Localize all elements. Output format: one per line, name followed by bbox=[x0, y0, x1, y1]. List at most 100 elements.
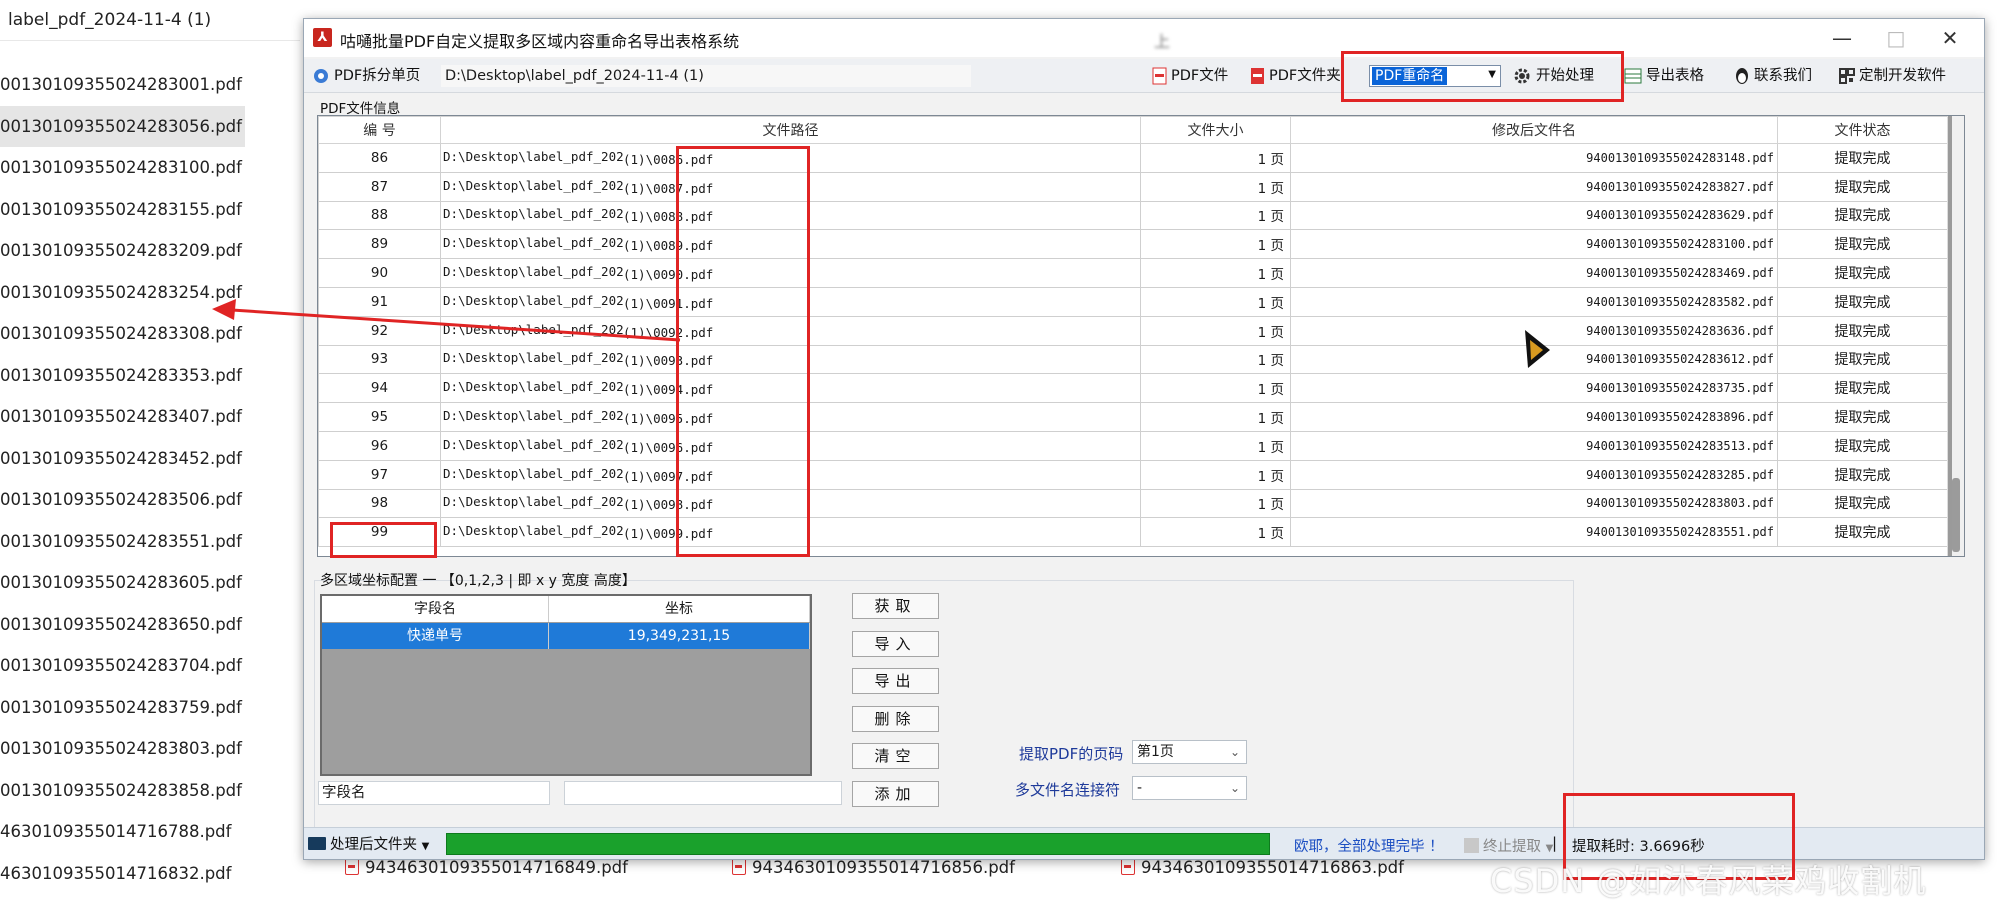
output-folder-button[interactable]: 处理后文件夹 ▼ bbox=[308, 833, 429, 854]
import-button[interactable]: 导入 bbox=[852, 631, 939, 657]
table-row[interactable]: 90D:\Desktop\label_pdf_2024-11-4(1)\0090… bbox=[318, 258, 1948, 288]
file-size-cell: 1 页 bbox=[1140, 229, 1291, 260]
file-status-cell: 提取完成 bbox=[1777, 171, 1948, 202]
table-row[interactable]: 96D:\Desktop\label_pdf_2024-11-4(1)\0096… bbox=[318, 430, 1948, 461]
start-process-button[interactable]: 开始处理 bbox=[1512, 64, 1594, 88]
pdf-file-table[interactable]: 编 号 文件路径 文件大小 修改后文件名 文件状态 86 D:\Desktop\l… bbox=[317, 115, 1965, 557]
table-row[interactable]: 99D:\Desktop\label_pdf_2024-11-4(1)\0099… bbox=[318, 517, 1948, 548]
column-header[interactable]: 文件大小 bbox=[1140, 116, 1291, 144]
explorer-file-item[interactable]: 00130109355024283100.pdf bbox=[0, 147, 260, 189]
page-select[interactable]: 第1页 ⌄ bbox=[1132, 740, 1247, 764]
explorer-file-item[interactable]: 00130109355024283605.pdf bbox=[0, 562, 260, 604]
path-tail: (1)\0099.pdf bbox=[623, 526, 714, 542]
file-status-cell: 提取完成 bbox=[1777, 459, 1948, 490]
explorer-file-item[interactable]: 00130109355024283308.pdf bbox=[0, 313, 260, 355]
row-number-cell: 89 bbox=[318, 229, 441, 260]
clear-button[interactable]: 清空 bbox=[852, 743, 939, 769]
page-select-value: 第1页 bbox=[1137, 744, 1174, 760]
coord-input[interactable] bbox=[564, 781, 842, 805]
table-row[interactable]: 98D:\Desktop\label_pdf_2024-11-4(1)\0098… bbox=[318, 488, 1948, 519]
explorer-file-item[interactable]: 00130109355024283506.pdf bbox=[0, 479, 260, 521]
table-row[interactable]: 91D:\Desktop\label_pdf_2024-11-4(1)\0091… bbox=[318, 286, 1948, 317]
maximize-button[interactable]: □ bbox=[1874, 23, 1918, 53]
window-title-suffix: 上 bbox=[1154, 32, 1171, 51]
row-number-cell: 86 bbox=[318, 143, 441, 173]
file-size-cell: 1 页 bbox=[1140, 286, 1291, 317]
done-message: 欧耶，全部处理完毕 ！ bbox=[1294, 839, 1444, 855]
file-path-cell: D:\Desktop\label_pdf_2024-11-4(1)\0098.p… bbox=[440, 488, 1141, 519]
path-prefix: D:\Desktop\label_pdf_2024-11-4 bbox=[443, 494, 623, 510]
table-row[interactable]: 97D:\Desktop\label_pdf_2024-11-4(1)\0097… bbox=[318, 459, 1948, 490]
file-status-cell: 提取完成 bbox=[1777, 373, 1948, 404]
file-path-cell: D:\Desktop\label_pdf_2024-11-4(1)\0090.p… bbox=[440, 258, 1141, 288]
pdf-split-button[interactable]: PDF拆分单页 bbox=[312, 64, 420, 88]
pdf-folder-button[interactable]: PDF文件夹 bbox=[1250, 64, 1341, 88]
explorer-file-item[interactable]: 00130109355024283858.pdf bbox=[0, 770, 260, 812]
pdf-file-button[interactable]: PDF文件 bbox=[1152, 64, 1228, 88]
explorer-file-item[interactable]: 9434630109355014716849.pdf bbox=[345, 858, 628, 877]
folder-path-field[interactable]: D:\Desktop\label_pdf_2024-11-4 (1) bbox=[441, 65, 971, 87]
explorer-file-item[interactable]: 001301093550242830​01.pdf bbox=[0, 64, 260, 106]
table-row[interactable]: 94D:\Desktop\label_pdf_2024-11-4(1)\0094… bbox=[318, 373, 1948, 404]
file-status-cell: 提取完成 bbox=[1777, 229, 1948, 260]
path-prefix: D:\Desktop\label_pdf_2024-11-4 bbox=[443, 292, 623, 308]
explorer-file-item[interactable]: 00130109355024283353.pdf bbox=[0, 355, 260, 397]
add-button[interactable]: 添加 bbox=[852, 781, 939, 807]
explorer-file-item[interactable]: 46301093550147168​32.pdf bbox=[0, 853, 260, 895]
scrollbar-thumb[interactable] bbox=[1952, 478, 1960, 552]
delete-button[interactable]: 删除 bbox=[852, 706, 939, 732]
table-row[interactable]: 89D:\Desktop\label_pdf_2024-11-4(1)\0089… bbox=[318, 229, 1948, 260]
explorer-file-item[interactable]: 00130109355024283452.pdf bbox=[0, 438, 260, 480]
column-header[interactable]: 文件路径 bbox=[440, 116, 1141, 144]
path-tail: (1)\0087.pdf bbox=[623, 180, 714, 196]
explorer-file-item[interactable]: 00130109355024283209.pdf bbox=[0, 230, 260, 272]
column-header[interactable]: 修改后文件名 bbox=[1290, 116, 1778, 144]
explorer-file-item[interactable]: 00130109355024283650.pdf bbox=[0, 604, 260, 646]
explorer-file-item[interactable]: 00130109355024283155.pdf bbox=[0, 189, 260, 231]
explorer-file-item[interactable]: 00130109355024283551.pdf bbox=[0, 521, 260, 563]
row-number-cell: 94 bbox=[318, 373, 441, 404]
pdf-file-icon bbox=[732, 858, 746, 875]
get-coord-button[interactable]: 获取 bbox=[852, 593, 939, 619]
export-button[interactable]: 导出 bbox=[852, 668, 939, 694]
field-name-input[interactable]: 字段名 bbox=[318, 781, 550, 805]
file-status-cell: 提取完成 bbox=[1777, 344, 1948, 375]
table-scrollbar[interactable] bbox=[1947, 116, 1964, 556]
file-size-cell: 1 页 bbox=[1140, 459, 1291, 490]
rename-mode-select[interactable]: PDF重命名 ▼ bbox=[1369, 65, 1501, 87]
table-row[interactable]: 93D:\Desktop\label_pdf_2024-11-4(1)\0093… bbox=[318, 344, 1948, 375]
column-header[interactable]: 坐标 bbox=[549, 596, 810, 622]
table-row[interactable]: 86D:\Desktop\label_pdf_2024-11-4(1)\0086… bbox=[318, 143, 1948, 173]
explorer-file-item[interactable]: 00130109355024283254.pdf bbox=[0, 272, 260, 314]
explorer-file-item[interactable]: 46301093550147167​88.pdf bbox=[0, 811, 260, 853]
column-header[interactable]: 文件状态 bbox=[1777, 116, 1948, 144]
explorer-file-item[interactable]: 9434630109355014716863.pdf bbox=[1121, 858, 1404, 877]
explorer-file-item[interactable]: 00130109355024283407.pdf bbox=[0, 396, 260, 438]
joiner-select[interactable]: - ⌄ bbox=[1132, 776, 1247, 800]
file-status-cell: 提取完成 bbox=[1777, 402, 1948, 432]
column-header[interactable]: 字段名 bbox=[322, 596, 549, 622]
title-bar[interactable]: ⅄ 咕嗵批量PDF自定义提取多区域内容重命名导出表格系统 上 — □ ✕ bbox=[304, 19, 1984, 57]
field-table-row[interactable]: 快递单号 19,349,231,15 bbox=[322, 623, 810, 649]
custom-dev-button[interactable]: 定制开发软件 bbox=[1839, 64, 1946, 88]
explorer-file-item[interactable]: 00130109355024283803.pdf bbox=[0, 728, 260, 770]
row-number-cell: 92 bbox=[318, 315, 441, 346]
explorer-file-item[interactable]: 00130109355024283056.pdf bbox=[0, 105, 245, 147]
table-row[interactable]: 87D:\Desktop\label_pdf_2024-11-4(1)\0087… bbox=[318, 171, 1948, 202]
explorer-file-item[interactable]: 00130109355024283704.pdf bbox=[0, 645, 260, 687]
field-coord-table[interactable]: 字段名 坐标 快递单号 19,349,231,15 bbox=[320, 594, 812, 776]
explorer-file-item[interactable]: 00130109355024283759.pdf bbox=[0, 687, 260, 729]
explorer-file-item[interactable]: 9434630109355014716856.pdf bbox=[732, 858, 1015, 877]
contact-us-button[interactable]: 联系我们 bbox=[1734, 64, 1812, 88]
table-row[interactable]: 95D:\Desktop\label_pdf_2024-11-4(1)\0095… bbox=[318, 402, 1948, 432]
export-table-button[interactable]: 导出表格 bbox=[1624, 64, 1704, 88]
table-row[interactable]: 92D:\Desktop\label_pdf_2024-11-4(1)\0092… bbox=[318, 315, 1948, 346]
new-filename-cell: 9400130109355024283896.pdf bbox=[1290, 402, 1778, 432]
stop-extract-button[interactable]: 终止提取 ▼ bbox=[1464, 835, 1553, 856]
file-size-cell: 1 页 bbox=[1140, 315, 1291, 346]
minimize-button[interactable]: — bbox=[1820, 23, 1864, 53]
close-button[interactable]: ✕ bbox=[1928, 23, 1972, 53]
column-header[interactable]: 编 号 bbox=[318, 116, 441, 144]
explorer-breadcrumb[interactable]: label_pdf_2024-11-4 (1) bbox=[8, 10, 211, 30]
table-row[interactable]: 88D:\Desktop\label_pdf_2024-11-4(1)\0088… bbox=[318, 200, 1948, 231]
